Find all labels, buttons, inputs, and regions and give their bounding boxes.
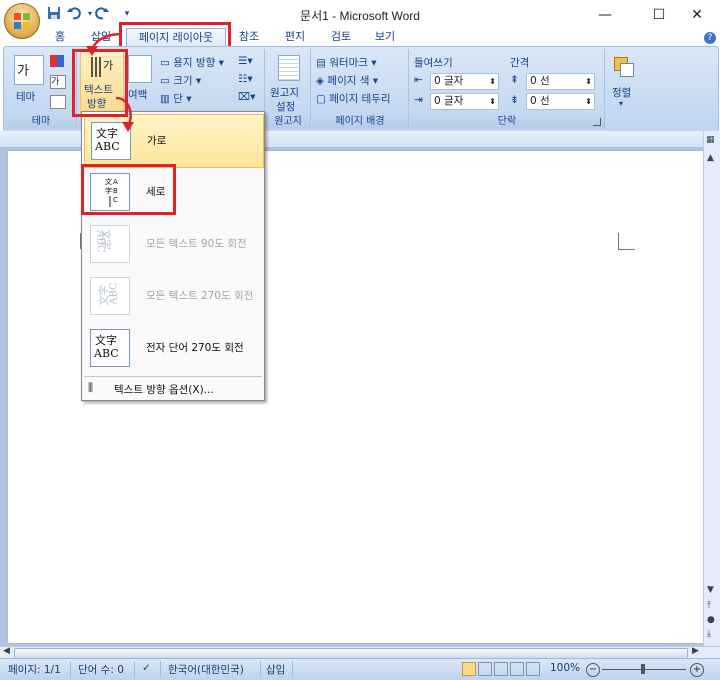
spacing-before-icon: ⇞ <box>510 74 519 86</box>
menu-item-label: 텍스트 방향 옵션(X)... <box>114 384 214 396</box>
theme-colors-icon[interactable] <box>50 55 64 67</box>
arrange-icon[interactable] <box>614 57 634 77</box>
menu-item-label: 모든 텍스트 90도 회전 <box>146 238 247 250</box>
spacing-after-icon: ⇟ <box>510 94 519 106</box>
tab-view[interactable]: 보기 <box>368 28 402 46</box>
status-bar: 페이지: 1/1 단어 수: 0 ✓ 한국어(대한민국) 삽입 100% − + <box>0 658 720 680</box>
draft-view-icon[interactable] <box>526 662 540 676</box>
hyphenation-icon[interactable]: ⌧▾ <box>238 91 255 103</box>
group-label-theme: 테마 <box>6 114 76 129</box>
line-numbers-icon[interactable]: ☷▾ <box>238 73 253 85</box>
indent-left-input[interactable]: 0 글자 ⬍ <box>430 73 499 90</box>
group-page-background: ▤ 워터마크 ▾ ◈ 페이지 색 ▾ ▢ 페이지 테두리 페이지 배경 <box>312 49 409 129</box>
menu-item-rotate-270-words[interactable]: 文字 ABC 전자 단어 270도 회전 <box>84 322 262 374</box>
indent-right-input[interactable]: 0 글자 ⬍ <box>430 93 499 110</box>
status-page[interactable]: 페이지: 1/1 <box>8 662 61 677</box>
close-button[interactable]: ✕ <box>674 0 720 30</box>
previous-page-icon[interactable]: ⤒ <box>707 601 711 611</box>
proofing-icon[interactable]: ✓ <box>142 662 151 674</box>
paragraph-launcher-icon[interactable] <box>593 118 601 126</box>
minimize-button[interactable]: — <box>582 0 628 30</box>
theme-button-label[interactable]: 테마 <box>16 89 35 104</box>
group-paragraph: 들여쓰기 ⇤ 0 글자 ⬍ ⇥ 0 글자 ⬍ 간격 ⇞ 0 선 ⬍ ⇟ 0 선 ⬍ 단락 <box>410 49 605 129</box>
size-button[interactable]: ▭ 크기 ▾ <box>160 73 201 88</box>
group-label-page-background: 페이지 배경 <box>312 114 408 129</box>
theme-fonts-icon[interactable]: 가 <box>50 75 66 89</box>
arrange-label[interactable]: 정렬 <box>612 85 631 100</box>
arrange-dropdown-icon[interactable]: ▾ <box>619 99 623 108</box>
menu-item-label: 모든 텍스트 270도 회전 <box>146 290 254 302</box>
ruler-toggle-icon[interactable]: ▦ <box>706 135 718 147</box>
annotation-box-vertical <box>81 164 176 215</box>
rotate-270-text-icon: 文字 ABC <box>90 277 130 315</box>
zoom-in-icon[interactable]: + <box>690 663 704 677</box>
group-arrange: 정렬 ▾ <box>606 49 642 129</box>
menu-item-label: 전자 단어 270도 회전 <box>146 342 244 354</box>
watermark-button[interactable]: ▤ 워터마크 ▾ <box>316 55 377 70</box>
vertical-scrollbar[interactable]: ▦ ▲ ▼ ⤒ ● ⤓ <box>703 131 720 646</box>
theme-icon[interactable]: 가 <box>14 55 44 85</box>
full-screen-view-icon[interactable] <box>478 662 492 676</box>
menu-item-rotate-270: 文字 ABC 모든 텍스트 270도 회전 <box>84 270 262 322</box>
menu-separator <box>84 376 262 377</box>
breaks-icon[interactable]: ☰▾ <box>238 55 253 67</box>
tab-references[interactable]: 참조 <box>232 28 266 46</box>
theme-effects-icon[interactable] <box>50 95 66 109</box>
annotation-arrows <box>86 32 134 132</box>
spacing-before-input[interactable]: 0 선 ⬍ <box>526 73 595 90</box>
zoom-level[interactable]: 100% <box>550 662 580 674</box>
orientation-button[interactable]: ▭ 용지 방향 ▾ <box>160 55 224 70</box>
outline-view-icon[interactable] <box>510 662 524 676</box>
office-logo-icon <box>14 13 30 29</box>
group-theme: 가 테마 가 테마 <box>6 49 77 129</box>
status-words[interactable]: 단어 수: 0 <box>78 662 124 677</box>
spacing-title: 간격 <box>510 57 530 69</box>
rotate-90-text-icon: 文字 ABC <box>90 225 130 263</box>
zoom-out-icon[interactable]: − <box>586 663 600 677</box>
print-layout-view-icon[interactable] <box>462 662 476 676</box>
text-direction-menu: 文字 ABC 가로 文 A 字 B C 세로 文字 ABC 모든 텍스트 90도… <box>81 111 265 401</box>
group-manuscript: 원고지 설정 원고지 <box>266 49 311 129</box>
menu-item-text-direction-options[interactable]: ⫼ 텍스트 방향 옵션(X)... <box>84 378 262 398</box>
scroll-up-icon[interactable]: ▲ <box>707 153 714 163</box>
next-page-icon[interactable]: ⤓ <box>707 629 711 639</box>
columns-button[interactable]: ▥ 단 ▾ <box>160 91 192 106</box>
office-button[interactable] <box>4 3 40 39</box>
group-label-paragraph: 단락 <box>410 114 604 129</box>
help-icon[interactable]: ? <box>704 32 716 44</box>
zoom-slider-thumb[interactable] <box>641 664 645 674</box>
margin-corner-mark <box>618 233 635 250</box>
select-browse-icon[interactable]: ● <box>707 615 715 625</box>
menu-item-rotate-90: 文字 ABC 모든 텍스트 90도 회전 <box>84 218 262 270</box>
status-mode[interactable]: 삽입 <box>266 662 285 677</box>
rotate-270-words-icon: 文字 ABC <box>90 329 130 367</box>
web-layout-view-icon[interactable] <box>494 662 508 676</box>
indent-left-icon: ⇤ <box>414 74 423 86</box>
status-language[interactable]: 한국어(대한민국) <box>168 662 244 677</box>
text-direction-options-icon: ⫼ <box>88 381 94 394</box>
spacing-after-input[interactable]: 0 선 ⬍ <box>526 93 595 110</box>
scroll-right-icon[interactable]: ▶ <box>692 646 699 656</box>
manuscript-icon[interactable] <box>278 55 300 81</box>
tab-review[interactable]: 검토 <box>324 28 358 46</box>
margin-corner-mark-left <box>72 233 81 249</box>
page-color-button[interactable]: ◈ 페이지 색 ▾ <box>316 73 378 88</box>
scroll-down-icon[interactable]: ▼ <box>707 585 714 595</box>
tab-mailings[interactable]: 편지 <box>278 28 312 46</box>
indent-right-icon: ⇥ <box>414 94 423 106</box>
scroll-left-icon[interactable]: ◀ <box>3 646 10 656</box>
page-borders-button[interactable]: ▢ 페이지 테두리 <box>316 91 391 106</box>
indent-title: 들여쓰기 <box>414 57 453 69</box>
group-label-manuscript: 원고지 <box>266 114 310 129</box>
